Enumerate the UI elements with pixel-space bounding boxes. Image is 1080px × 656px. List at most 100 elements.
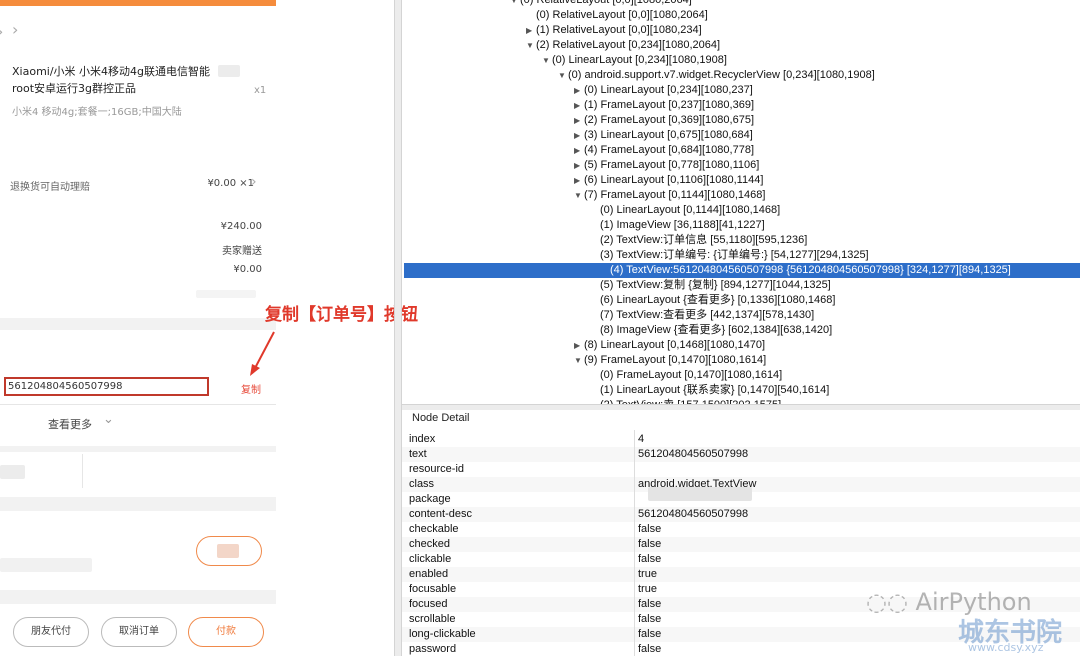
collapsed-triangle-icon[interactable]: ▶ [574, 128, 584, 143]
detail-value[interactable]: false [638, 642, 661, 656]
view-more-button[interactable]: 查看更多 [48, 416, 92, 432]
tree-node[interactable]: ▼ (0) LinearLayout [0,234][1080,1908] [542, 53, 727, 68]
tree-node[interactable]: (7) TextView:查看更多 [442,1374][578,1430] [590, 308, 814, 323]
tree-node[interactable]: ▶ (5) FrameLayout [0,778][1080,1106] [574, 158, 759, 173]
tree-node-label: (2) TextView:订单信息 [55,1180][595,1236] [600, 234, 808, 246]
detail-row-index: index 4 [402, 432, 1080, 447]
expanded-triangle-icon[interactable]: ▼ [510, 0, 520, 8]
tree-node[interactable]: ▶ (8) LinearLayout [0,1468][1080,1470] [574, 338, 765, 353]
tree-node-label: (7) TextView:查看更多 [442,1374][578,1430] [600, 309, 815, 321]
tree-node-label: (7) FrameLayout [0,1144][1080,1468] [584, 189, 766, 201]
tree-node[interactable]: ▶ (1) RelativeLayout [0,0][1080,234] [526, 23, 702, 38]
blurred-area [0, 558, 92, 572]
detail-value[interactable]: true [638, 582, 657, 597]
expanded-triangle-icon[interactable]: ▼ [542, 53, 552, 68]
expanded-triangle-icon[interactable]: ▼ [558, 68, 568, 83]
detail-key: password [409, 643, 457, 655]
detail-value[interactable]: false [638, 612, 661, 627]
collapsed-triangle-icon[interactable]: ▶ [574, 173, 584, 188]
tree-node[interactable]: (0) RelativeLayout [0,0][1080,2064] [526, 8, 708, 23]
hierarchy-tree[interactable]: ▼ (0) RelativeLayout [0,0][1080,2064] (0) … [402, 0, 1080, 404]
tree-node-label: (3) LinearLayout [0,675][1080,684] [584, 129, 753, 141]
collapsed-triangle-icon[interactable]: ▶ [574, 98, 584, 113]
friend-pay-button[interactable]: 朋友代付 [13, 617, 89, 647]
collapsed-triangle-icon[interactable]: ▶ [574, 83, 584, 98]
tree-node[interactable]: (2) TextView:订单信息 [55,1180][595,1236] [590, 233, 807, 248]
detail-value[interactable]: 561204804560507998 [638, 507, 748, 522]
detail-value[interactable]: false [638, 522, 661, 537]
blurred-area [0, 465, 25, 479]
tree-node[interactable]: ▶ (4) FrameLayout [0,684][1080,778] [574, 143, 754, 158]
copy-order-number-button[interactable]: 复制 [241, 381, 261, 396]
tree-node-label: (0) android.support.v7.widget.RecyclerVi… [568, 69, 875, 81]
detail-key: package [409, 493, 451, 505]
splitter-vertical[interactable] [394, 0, 402, 656]
tree-node[interactable]: (5) TextView:复制 {复制} [894,1277][1044,132… [590, 278, 831, 293]
detail-row-checked: checked false [402, 537, 1080, 552]
tree-node[interactable]: ▶ (1) FrameLayout [0,237][1080,369] [574, 98, 754, 113]
tree-node[interactable]: (8) ImageView {查看更多} [602,1384][638,1420… [590, 323, 832, 338]
detail-value[interactable]: false [638, 552, 661, 567]
return-insurance-value: ¥0.00 ×1 [207, 178, 254, 189]
detail-row-resource-id: resource-id [402, 462, 1080, 477]
tree-node-label: (5) TextView:复制 {复制} [894,1277][1044,132… [600, 279, 831, 291]
section-divider [0, 590, 276, 604]
detail-key: content-desc [409, 508, 472, 520]
tree-node[interactable]: ▼ (0) RelativeLayout [0,0][1080,2064] [510, 0, 692, 8]
detail-value[interactable]: false [638, 597, 661, 612]
tree-node[interactable]: ▶ (2) FrameLayout [0,369][1080,675] [574, 113, 754, 128]
tree-node[interactable]: ▶ (3) LinearLayout [0,675][1080,684] [574, 128, 753, 143]
tree-node[interactable]: (0) LinearLayout [0,1144][1080,1468] [590, 203, 780, 218]
wechat-icon: ◌◌ [866, 588, 908, 616]
detail-value[interactable]: true [638, 567, 657, 582]
detail-value[interactable]: 4 [638, 432, 644, 447]
detail-key: enabled [409, 568, 449, 580]
phone-screen: › › Xiaomi/小米 小米4移动4g联通电信智能root安卓运行3g群控正… [0, 0, 276, 656]
blurred-area [218, 65, 240, 77]
tree-node[interactable]: (1) LinearLayout {联系卖家} [0,1470][540,161… [590, 383, 829, 398]
price-line-2: 卖家赠送 [222, 246, 262, 257]
tree-node[interactable]: (0) FrameLayout [0,1470][1080,1614] [590, 368, 782, 383]
tree-node-label: (0) LinearLayout [0,234][1080,237] [584, 84, 753, 96]
tree-node[interactable]: (3) TextView:订单编号: {订单编号:} [54,1277][294… [590, 248, 869, 263]
tree-node-label: (2) RelativeLayout [0,234][1080,2064] [536, 39, 721, 51]
tree-node[interactable]: (2) TextView:卖 [157,1500][202,1575] [590, 398, 781, 404]
product-quantity: x1 [254, 85, 267, 96]
detail-value[interactable]: 561204804560507998 [638, 447, 748, 462]
tree-node[interactable]: ▶ (0) LinearLayout [0,234][1080,237] [574, 83, 753, 98]
blurred-area [217, 544, 239, 558]
tree-node[interactable]: (1) ImageView [36,1188][41,1227] [590, 218, 765, 233]
price-line-1: ¥240.00 [220, 221, 262, 232]
product-title[interactable]: Xiaomi/小米 小米4移动4g联通电信智能root安卓运行3g群控正品 [12, 63, 212, 97]
tree-node[interactable]: ▼ (9) FrameLayout [0,1470][1080,1614] [574, 353, 766, 368]
tree-node[interactable]: ▶ (6) LinearLayout [0,1106][1080,1144] [574, 173, 763, 188]
detail-key: clickable [409, 553, 452, 565]
expanded-triangle-icon[interactable]: ▼ [574, 353, 584, 368]
expanded-triangle-icon[interactable]: ▼ [574, 188, 584, 203]
tree-node-label: (4) TextView:561204804560507998 {5612048… [610, 264, 1011, 276]
tree-node[interactable]: ▼ (7) FrameLayout [0,1144][1080,1468] [574, 188, 765, 203]
expanded-triangle-icon[interactable]: ▼ [526, 38, 536, 53]
collapsed-triangle-icon[interactable]: ▶ [526, 23, 536, 38]
chevron-right-icon[interactable]: › [12, 20, 18, 39]
divider [82, 454, 83, 488]
collapsed-triangle-icon[interactable]: ▶ [574, 113, 584, 128]
collapsed-triangle-icon[interactable]: ▶ [574, 143, 584, 158]
tree-node[interactable]: ▼ (2) RelativeLayout [0,234][1080,2064] [526, 38, 720, 53]
product-spec: 小米4 移动4g;套餐一;16GB;中国大陆 [12, 107, 182, 118]
tree-node[interactable]: (6) LinearLayout {查看更多} [0,1336][1080,14… [590, 293, 835, 308]
detail-value[interactable]: false [638, 627, 661, 642]
chevron-right-icon[interactable]: › [251, 174, 257, 190]
blurred-button[interactable] [196, 536, 262, 566]
collapsed-triangle-icon[interactable]: ▶ [574, 338, 584, 353]
tree-node-selected[interactable]: (4) TextView:561204804560507998 {5612048… [404, 263, 1080, 278]
tree-node-label: (8) ImageView {查看更多} [602,1384][638,1420… [600, 324, 833, 336]
detail-key: checked [409, 538, 450, 550]
section-divider [0, 318, 276, 330]
cancel-order-button[interactable]: 取消订单 [101, 617, 177, 647]
tree-node[interactable]: ▼ (0) android.support.v7.widget.RecyclerV… [558, 68, 875, 83]
collapsed-triangle-icon[interactable]: ▶ [574, 158, 584, 173]
annotation-arrow-icon [250, 331, 275, 376]
detail-value[interactable]: false [638, 537, 661, 552]
pay-button[interactable]: 付款 [188, 617, 264, 647]
